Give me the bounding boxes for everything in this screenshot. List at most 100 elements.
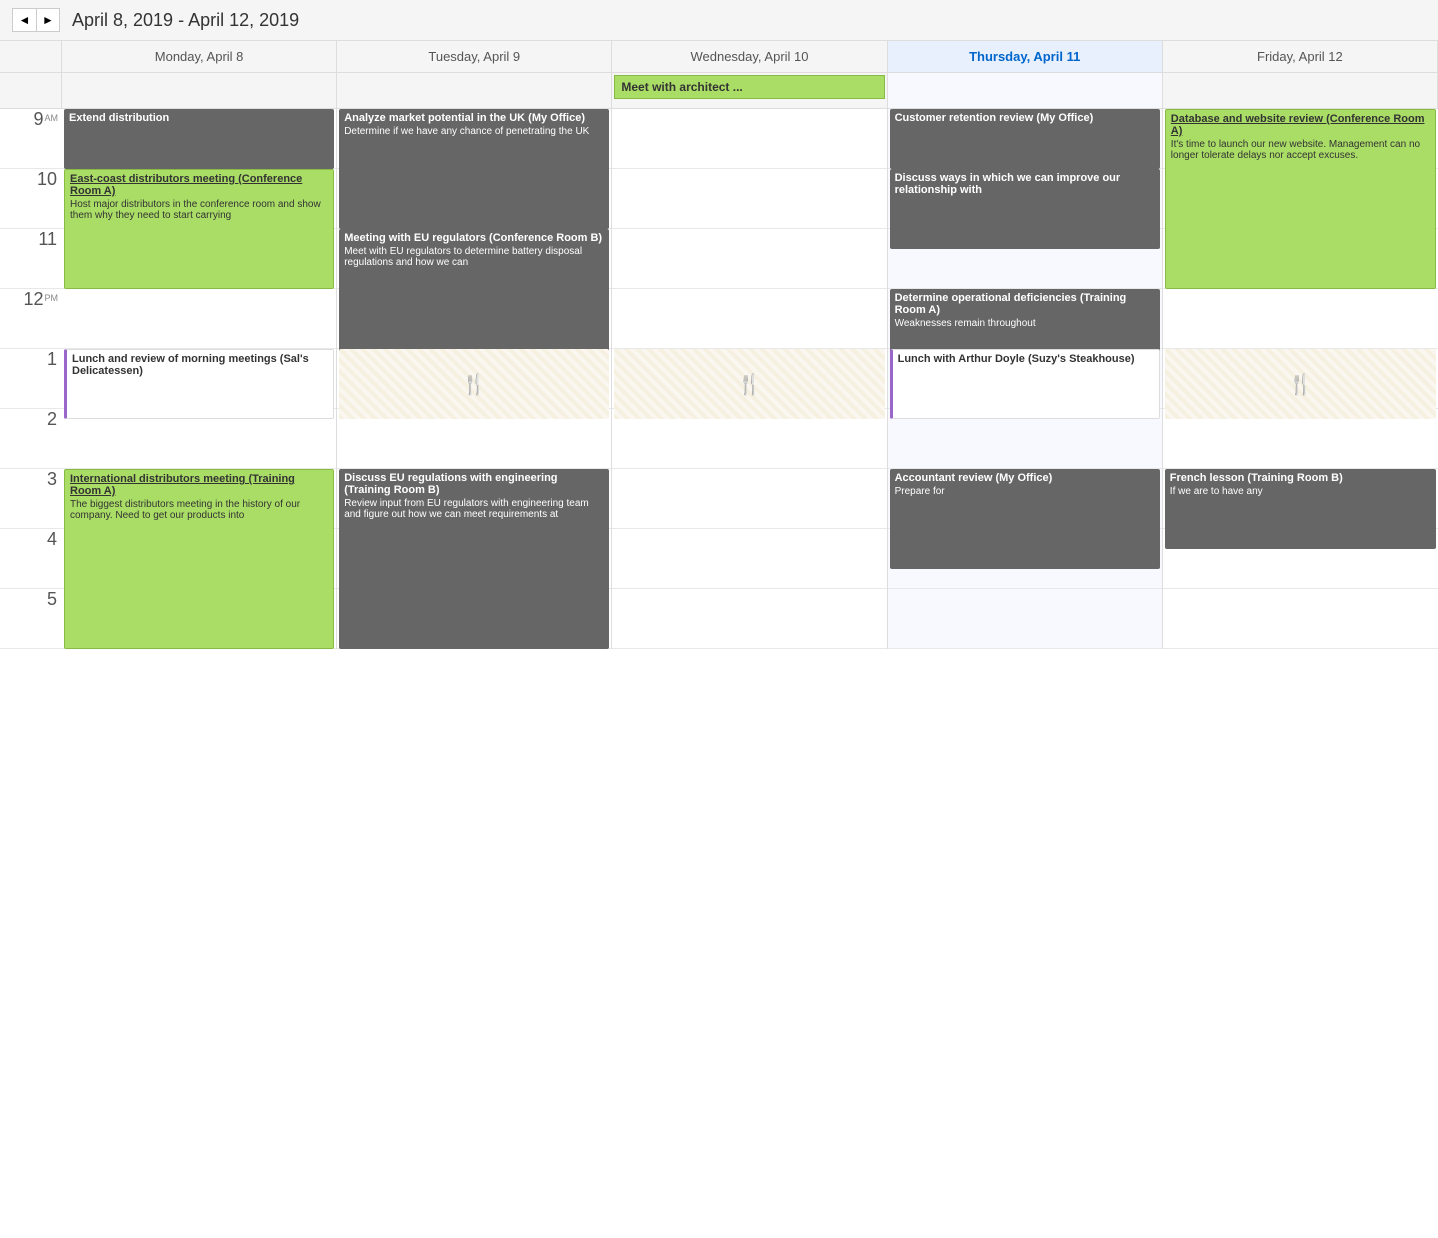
time-labels-col: 9AM101112PM12345 [0, 109, 62, 649]
event-desc: Meet with EU regulators to determine bat… [344, 246, 604, 268]
event-desc: If we are to have any [1170, 486, 1431, 497]
allday-spacer [0, 73, 62, 108]
event-analyze-market[interactable]: Analyze market potential in the UK (My O… [339, 109, 609, 229]
time-label-7: 4 [0, 529, 62, 589]
day-header-thu[interactable]: Thursday, April 11 [888, 41, 1163, 72]
time-num: 3 [47, 469, 57, 490]
event-title: Extend distribution [69, 112, 329, 124]
event-title: Lunch with Arthur Doyle (Suzy's Steakhou… [898, 353, 1154, 365]
time-label-1: 10 [0, 169, 62, 229]
event-lunch-fri[interactable]: 🍴 [1165, 349, 1436, 419]
day-col-fri: Database and website review (Conference … [1163, 109, 1438, 649]
allday-tue [337, 73, 612, 108]
events-layer-thu: Customer retention review (My Office) Dis… [888, 109, 1162, 649]
event-title: Discuss ways in which we can improve our… [895, 172, 1155, 196]
time-num: 1 [47, 349, 57, 370]
event-title: Meeting with EU regulators (Conference R… [344, 232, 604, 244]
event-customer-retention[interactable]: Customer retention review (My Office) [890, 109, 1160, 169]
calendar-header: ◄ ► April 8, 2019 - April 12, 2019 [0, 0, 1438, 41]
event-discuss-ways[interactable]: Discuss ways in which we can improve our… [890, 169, 1160, 249]
day-headers-row: Monday, April 8 Tuesday, April 9 Wednesd… [0, 41, 1438, 73]
days-area: Extend distribution East-coast distributo… [62, 109, 1438, 649]
time-num: 5 [47, 589, 57, 610]
events-layer-tue: Analyze market potential in the UK (My O… [337, 109, 611, 649]
time-label-5: 2 [0, 409, 62, 469]
calendar-wrapper: ◄ ► April 8, 2019 - April 12, 2019 Monda… [0, 0, 1438, 1238]
event-accountant[interactable]: Accountant review (My Office) Prepare for [890, 469, 1160, 569]
event-desc: Host major distributors in the conferenc… [70, 199, 328, 221]
hour-block-wed-8 [612, 589, 886, 649]
allday-mon [62, 73, 337, 108]
time-grid-body: 9AM101112PM12345 Extend distributionEast… [0, 109, 1438, 649]
restaurant-icon: 🍴 [462, 372, 487, 397]
event-desc: It's time to launch our new website. Man… [1171, 139, 1430, 161]
allday-row: Meet with architect ... [0, 73, 1438, 109]
event-lunch-tue[interactable]: 🍴 [339, 349, 609, 419]
next-button[interactable]: ► [36, 8, 60, 32]
day-header-mon[interactable]: Monday, April 8 [62, 41, 337, 72]
day-col-thu: Customer retention review (My Office) Dis… [888, 109, 1163, 649]
day-col-wed: 🍴 [612, 109, 887, 649]
time-num: 9 [33, 109, 43, 130]
event-title: Discuss EU regulations with engineering … [344, 472, 604, 496]
hour-block-thu-8 [888, 589, 1162, 649]
day-header-wed[interactable]: Wednesday, April 10 [612, 41, 887, 72]
event-intl-dist[interactable]: International distributors meeting (Trai… [64, 469, 334, 649]
time-label-6: 3 [0, 469, 62, 529]
time-ampm: AM [45, 113, 59, 123]
event-title: Lunch and review of morning meetings (Sa… [72, 353, 328, 377]
time-label-2: 11 [0, 229, 62, 289]
time-ampm: PM [45, 293, 59, 303]
event-lunch-wed[interactable]: 🍴 [614, 349, 884, 419]
event-database-review[interactable]: Database and website review (Conference … [1165, 109, 1436, 289]
restaurant-icon: 🍴 [1288, 372, 1313, 397]
hour-block-fri-8 [1163, 589, 1438, 649]
event-title: Analyze market potential in the UK (My O… [344, 112, 604, 124]
time-num: 10 [37, 169, 57, 190]
restaurant-icon: 🍴 [737, 372, 762, 397]
event-desc: The biggest distributors meeting in the … [70, 499, 328, 521]
time-label-4: 1 [0, 349, 62, 409]
event-title: Database and website review (Conference … [1171, 113, 1430, 137]
event-lunch-thu[interactable]: Lunch with Arthur Doyle (Suzy's Steakhou… [890, 349, 1160, 419]
day-col-mon: Extend distribution East-coast distributo… [62, 109, 337, 649]
allday-thu [888, 73, 1163, 108]
time-num: 12 [23, 289, 43, 310]
time-num: 2 [47, 409, 57, 430]
hour-block-wed-0 [612, 109, 886, 169]
allday-event-meet-architect[interactable]: Meet with architect ... [614, 75, 884, 99]
time-num: 11 [38, 229, 57, 250]
hour-block-wed-3 [612, 289, 886, 349]
allday-wed[interactable]: Meet with architect ... [612, 73, 887, 108]
time-num: 4 [47, 529, 57, 550]
event-title: Determine operational deficiencies (Trai… [895, 292, 1155, 316]
time-label-3: 12PM [0, 289, 62, 349]
event-desc: Weaknesses remain throughout [895, 318, 1155, 329]
event-extend-dist[interactable]: Extend distribution [64, 109, 334, 169]
time-label-0: 9AM [0, 109, 62, 169]
allday-fri [1163, 73, 1438, 108]
event-title: International distributors meeting (Trai… [70, 473, 328, 497]
event-desc: Prepare for [895, 486, 1155, 497]
day-header-fri[interactable]: Friday, April 12 [1163, 41, 1438, 72]
event-title: French lesson (Training Room B) [1170, 472, 1431, 484]
day-col-tue: Analyze market potential in the UK (My O… [337, 109, 612, 649]
prev-button[interactable]: ◄ [12, 8, 36, 32]
day-header-tue[interactable]: Tuesday, April 9 [337, 41, 612, 72]
hour-block-mon-3 [62, 289, 336, 349]
event-title: Accountant review (My Office) [895, 472, 1155, 484]
event-lunch-review[interactable]: Lunch and review of morning meetings (Sa… [64, 349, 334, 419]
hour-block-wed-2 [612, 229, 886, 289]
event-french-lesson[interactable]: French lesson (Training Room B) If we are… [1165, 469, 1436, 549]
hour-block-fri-3 [1163, 289, 1438, 349]
event-title: East-coast distributors meeting (Confere… [70, 173, 328, 197]
event-eastcoast-meet[interactable]: East-coast distributors meeting (Confere… [64, 169, 334, 289]
time-label-8: 5 [0, 589, 62, 649]
date-range: April 8, 2019 - April 12, 2019 [72, 10, 299, 31]
events-layer-mon: Extend distribution East-coast distributo… [62, 109, 336, 649]
event-desc: Review input from EU regulators with eng… [344, 498, 604, 520]
hour-block-wed-6 [612, 469, 886, 529]
header-spacer [0, 41, 62, 72]
hour-block-wed-7 [612, 529, 886, 589]
event-discuss-eu[interactable]: Discuss EU regulations with engineering … [339, 469, 609, 649]
